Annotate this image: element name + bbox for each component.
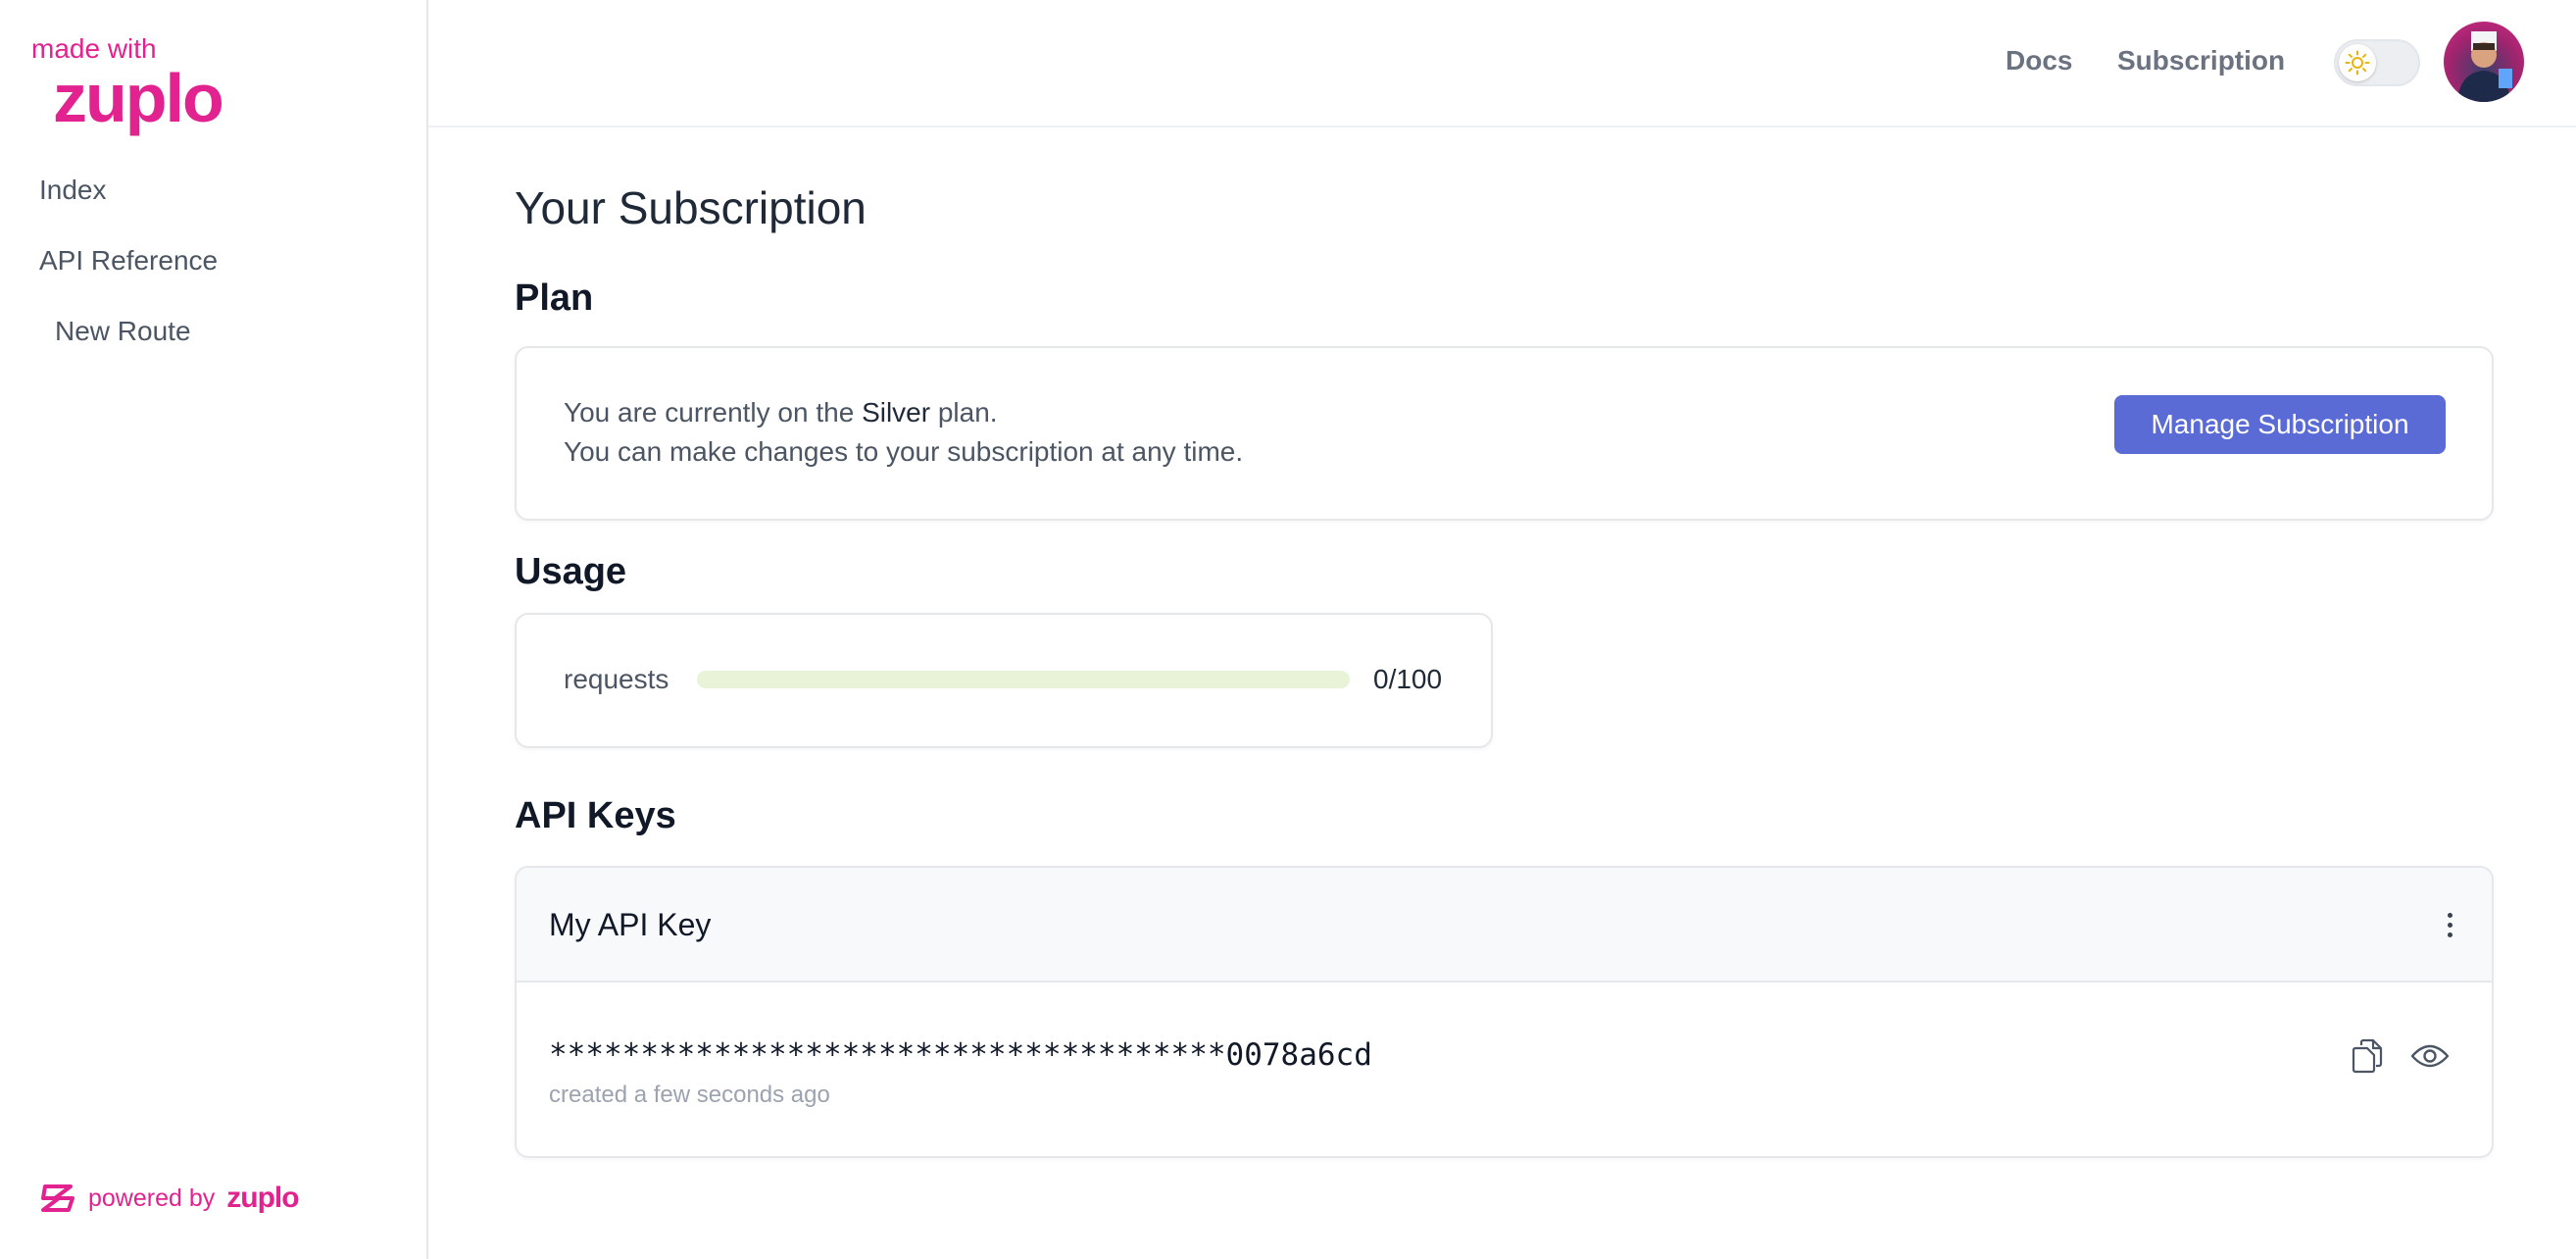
zuplo-logo-icon — [41, 1184, 74, 1212]
api-key-card: My API Key *****************************… — [515, 866, 2494, 1158]
theme-toggle-knob — [2339, 44, 2376, 81]
sidebar: made with zuplo Index API Reference New … — [0, 0, 428, 1259]
sidebar-item-api-reference[interactable]: API Reference — [39, 237, 218, 308]
usage-card: requests 0/100 — [515, 613, 1493, 748]
plan-line-1-suffix: plan. — [930, 397, 998, 428]
top-header: Docs Subscription — [428, 0, 2576, 127]
usage-progress-bar — [697, 671, 1350, 688]
copy-icon[interactable] — [2346, 1034, 2389, 1078]
brand-wordmark: zuplo — [53, 60, 224, 136]
app-root: made with zuplo Index API Reference New … — [0, 0, 2576, 1259]
powered-by-zuplo[interactable]: powered by zuplo — [41, 1179, 300, 1218]
usage-metric-label: requests — [564, 664, 669, 694]
plan-card: You are currently on the Silver plan. Yo… — [515, 346, 2494, 521]
nav-subscription-link[interactable]: Subscription — [2117, 41, 2285, 80]
more-options-icon[interactable] — [2438, 905, 2461, 944]
sidebar-nav: Index API Reference New Route — [39, 167, 218, 378]
show-key-eye-icon[interactable] — [2408, 1034, 2452, 1078]
api-key-name: My API Key — [549, 907, 712, 942]
plan-heading: Plan — [515, 277, 594, 319]
sidebar-item-index[interactable]: Index — [39, 167, 218, 237]
api-keys-heading: API Keys — [515, 795, 676, 836]
api-key-created-time: created a few seconds ago — [549, 1082, 830, 1108]
avatar-image — [2457, 31, 2512, 102]
api-key-header: My API Key — [517, 868, 2492, 982]
plan-name: Silver — [862, 397, 931, 428]
brand-logo[interactable]: made with zuplo — [31, 33, 257, 135]
usage-value: 0/100 — [1373, 664, 1443, 694]
plan-description: You are currently on the Silver plan. Yo… — [564, 393, 1243, 472]
sun-icon — [2345, 50, 2370, 76]
usage-heading: Usage — [515, 551, 627, 592]
theme-toggle[interactable] — [2334, 39, 2420, 86]
plan-line-1: You are currently on the Silver plan. — [564, 393, 1243, 432]
sidebar-item-new-route[interactable]: New Route — [39, 308, 218, 378]
nav-docs-link[interactable]: Docs — [2006, 41, 2072, 80]
powered-by-brand: zuplo — [226, 1182, 299, 1214]
api-key-masked-value[interactable]: *************************************007… — [549, 1035, 1372, 1075]
manage-subscription-button[interactable]: Manage Subscription — [2114, 395, 2446, 454]
page-title: Your Subscription — [515, 182, 867, 233]
powered-by-label: powered by — [88, 1183, 216, 1212]
plan-line-2: You can make changes to your subscriptio… — [564, 436, 1244, 467]
user-avatar[interactable] — [2444, 22, 2524, 102]
plan-line-1-prefix: You are currently on the — [564, 397, 863, 428]
